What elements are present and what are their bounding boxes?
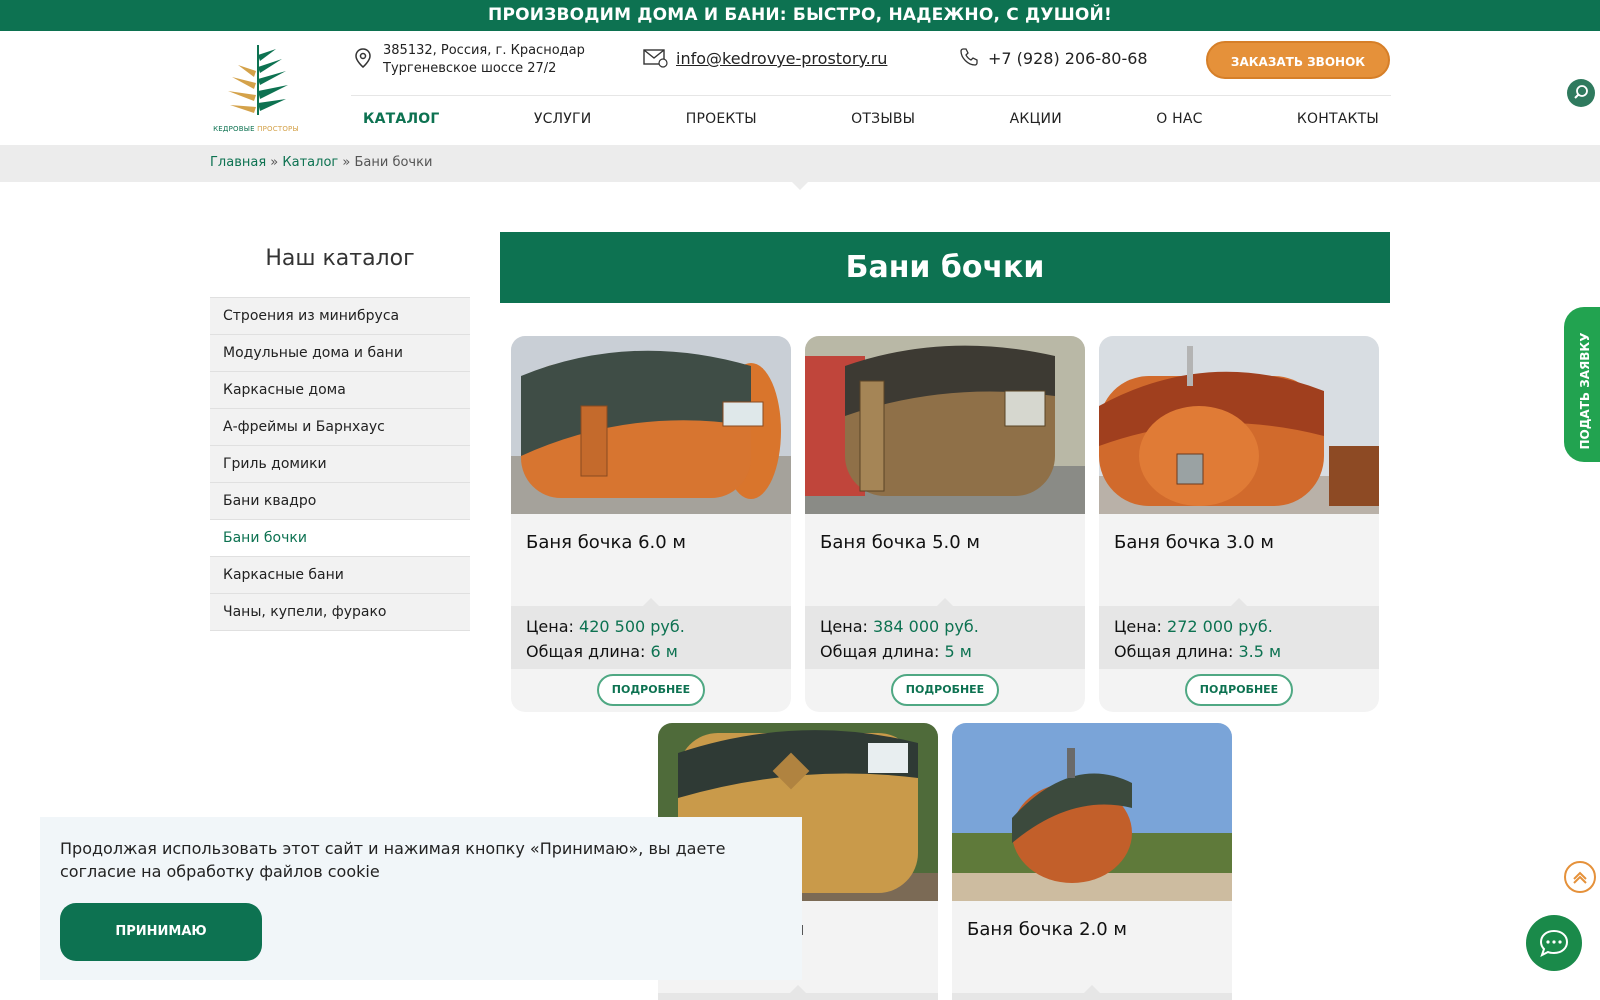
address-line-1: 385132, Россия, г. Краснодар	[383, 43, 585, 58]
nav-item-contacts[interactable]: КОНТАКТЫ	[1297, 111, 1379, 127]
breadcrumb: Главная » Каталог » Бани бочки	[210, 155, 432, 170]
logo-wordmark: КЕДРОВЫЕ ПРОСТОРЫ	[208, 125, 304, 133]
email-link[interactable]: info@kedrovye-prostory.ru	[676, 49, 887, 68]
breadcrumb-separator: »	[270, 155, 279, 170]
breadcrumb-pointer	[792, 182, 808, 190]
chat-icon	[1539, 929, 1569, 957]
order-call-button[interactable]: ЗАКАЗАТЬ ЗВОНОК	[1206, 41, 1390, 79]
sidebar-item-minibrus[interactable]: Строения из минибруса	[210, 298, 470, 335]
nav-item-services[interactable]: УСЛУГИ	[534, 111, 592, 127]
product-title[interactable]: Баня бочка 3.0 м	[1114, 532, 1274, 553]
scroll-top-button[interactable]	[1564, 861, 1596, 893]
top-announcement-bar: ПРОИЗВОДИМ ДОМА И БАНИ: БЫСТРО, НАДЕЖНО,…	[0, 0, 1600, 31]
sidebar-item-tubs[interactable]: Чаны, купели, фурако	[210, 594, 470, 631]
phone-link[interactable]: +7 (928) 206-80-68	[988, 49, 1148, 68]
breadcrumb-catalog[interactable]: Каталог	[282, 155, 338, 170]
product-info	[658, 993, 938, 1000]
mail-icon	[643, 49, 668, 68]
card-pointer	[643, 598, 659, 606]
accept-cookies-button[interactable]: ПРИНИМАЮ	[60, 903, 262, 961]
announcement-text: ПРОИЗВОДИМ ДОМА И БАНИ: БЫСТРО, НАДЕЖНО,…	[488, 5, 1112, 25]
price-label: Цена:	[526, 617, 574, 636]
search-button[interactable]	[1567, 79, 1595, 107]
search-icon	[1574, 85, 1588, 99]
cookie-banner: Продолжая использовать этот сайт и нажим…	[40, 817, 802, 980]
product-info: Цена: 384 000 руб. Общая длина: 5 м	[805, 606, 1085, 669]
nav-item-about[interactable]: О НАС	[1156, 111, 1202, 127]
nav-item-projects[interactable]: ПРОЕКТЫ	[686, 111, 757, 127]
length-label: Общая длина:	[820, 642, 940, 661]
location-pin-icon	[355, 48, 371, 68]
product-title[interactable]: Баня бочка 2.0 м	[967, 919, 1127, 940]
product-image	[1099, 336, 1379, 514]
sidebar-item-frame-houses[interactable]: Каркасные дома	[210, 372, 470, 409]
sidebar-item-barrel-saunas[interactable]: Бани бочки	[210, 520, 470, 557]
product-image	[511, 336, 791, 514]
product-length: 6 м	[650, 642, 678, 661]
price-label: Цена:	[1114, 617, 1162, 636]
details-button[interactable]: ПОДРОБНЕЕ	[597, 674, 705, 706]
price-label: Цена:	[820, 617, 868, 636]
card-pointer	[790, 985, 806, 993]
logo-leaf-icon	[228, 45, 288, 115]
product-info: Цена: 272 000 руб. Общая длина: 3.5 м	[1099, 606, 1379, 669]
product-card[interactable]: Баня бочка 5.0 м Цена: 384 000 руб. Обща…	[805, 336, 1085, 712]
product-image	[952, 723, 1232, 901]
sidebar-title: Наш каталог	[265, 246, 415, 271]
nav-item-catalog[interactable]: КАТАЛОГ	[363, 111, 440, 127]
sidebar-item-frame-saunas[interactable]: Каркасные бани	[210, 557, 470, 594]
phone-icon	[960, 48, 978, 66]
card-pointer	[1084, 985, 1100, 993]
breadcrumb-current: Бани бочки	[354, 155, 433, 170]
main-nav: КАТАЛОГ УСЛУГИ ПРОЕКТЫ ОТЗЫВЫ АКЦИИ О НА…	[351, 101, 1391, 137]
product-info: Цена: 420 500 руб. Общая длина: 6 м	[511, 606, 791, 669]
product-price: 420 500 руб.	[579, 617, 685, 636]
product-info	[952, 993, 1232, 1000]
nav-item-reviews[interactable]: ОТЗЫВЫ	[851, 111, 915, 127]
product-card[interactable]: Баня бочка 3.0 м Цена: 272 000 руб. Обща…	[1099, 336, 1379, 712]
breadcrumb-bar: Главная » Каталог » Бани бочки	[0, 145, 1600, 182]
length-label: Общая длина:	[1114, 642, 1234, 661]
address-line-2: Тургеневское шоссе 27/2	[383, 61, 557, 76]
product-title[interactable]: Баня бочка 6.0 м	[526, 532, 686, 553]
address: 385132, Россия, г. Краснодар Тургеневско…	[383, 42, 603, 78]
logo-text-gold: ПРОСТОРЫ	[257, 125, 299, 133]
nav-divider	[351, 95, 1391, 96]
breadcrumb-home[interactable]: Главная	[210, 155, 266, 170]
product-length: 3.5 м	[1238, 642, 1282, 661]
product-price: 384 000 руб.	[873, 617, 979, 636]
sidebar-item-modular[interactable]: Модульные дома и бани	[210, 335, 470, 372]
sidebar-catalog-list: Строения из минибруса Модульные дома и б…	[210, 297, 470, 631]
logo-text-green: КЕДРОВЫЕ	[213, 125, 255, 133]
details-button[interactable]: ПОДРОБНЕЕ	[891, 674, 999, 706]
sidebar-item-grill[interactable]: Гриль домики	[210, 446, 470, 483]
card-pointer	[937, 598, 953, 606]
product-title[interactable]: Баня бочка 5.0 м	[820, 532, 980, 553]
product-length: 5 м	[944, 642, 972, 661]
site-logo[interactable]: КЕДРОВЫЕ ПРОСТОРЫ	[208, 41, 304, 133]
cookie-text: Продолжая использовать этот сайт и нажим…	[60, 839, 726, 881]
category-title: Бани бочки	[500, 232, 1390, 303]
nav-item-promotions[interactable]: АКЦИИ	[1010, 111, 1062, 127]
product-card[interactable]: Баня бочка 6.0 м Цена: 420 500 руб. Обща…	[511, 336, 791, 712]
details-button[interactable]: ПОДРОБНЕЕ	[1185, 674, 1293, 706]
sidebar-item-a-frames[interactable]: А-фреймы и Барнхаус	[210, 409, 470, 446]
sidebar-item-quadro[interactable]: Бани квадро	[210, 483, 470, 520]
submit-request-label[interactable]: ПОДАТЬ ЗАЯВКУ	[1578, 316, 1592, 466]
length-label: Общая длина:	[526, 642, 646, 661]
arrow-up-icon	[1573, 871, 1587, 884]
chat-button[interactable]	[1526, 915, 1582, 971]
breadcrumb-separator: »	[342, 155, 351, 170]
product-card[interactable]: Баня бочка 2.0 м	[952, 723, 1232, 1000]
site-header: КЕДРОВЫЕ ПРОСТОРЫ 385132, Россия, г. Кра…	[0, 31, 1600, 145]
card-pointer	[1231, 598, 1247, 606]
product-price: 272 000 руб.	[1167, 617, 1273, 636]
product-image	[805, 336, 1085, 514]
